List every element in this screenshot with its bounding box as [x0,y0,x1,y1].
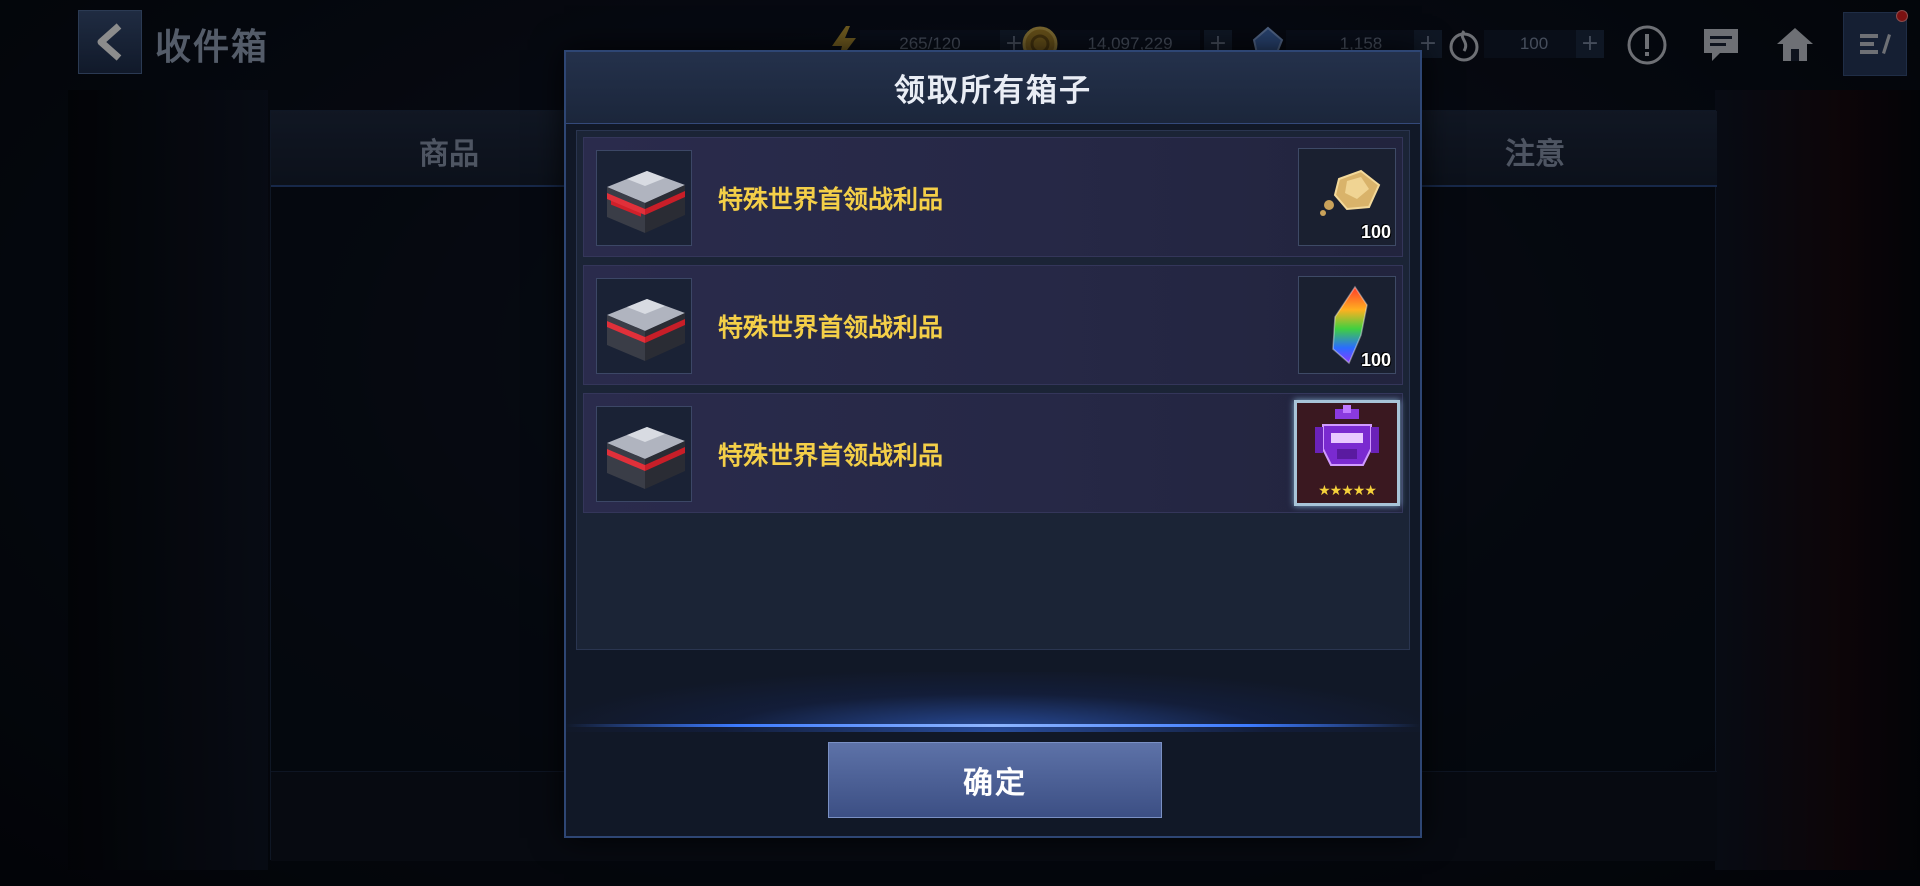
item-label: 特殊世界首领战利品 [718,313,944,342]
item-label: 特殊世界首领战利品 [718,441,944,470]
list-item: 特殊世界首领战利品 ★★★★★ [583,393,1403,513]
reward-quantity: 100 [1360,222,1391,242]
glow-effect [566,672,1420,732]
reward-quantity: 100 [1360,350,1391,370]
star-rating: ★★★★★ [1318,483,1377,499]
list-item: 特殊世界首领战利品 100 [583,137,1403,257]
glow-divider [566,724,1420,727]
loot-box-icon [596,406,692,502]
dialog-title: 领取所有箱子 [566,52,1420,124]
loot-box-icon [596,150,692,246]
item-label: 特殊世界首领战利品 [718,185,944,214]
reward-list: 特殊世界首领战利品 100 特殊世界首领战利品 100 特殊世界首领战利品 ★★… [576,130,1410,650]
reward-slot[interactable]: 100 [1298,276,1396,374]
list-item: 特殊世界首领战利品 100 [583,265,1403,385]
hero-portrait[interactable]: ★★★★★ [1294,400,1400,506]
loot-box-icon [596,278,692,374]
reward-slot[interactable]: 100 [1298,148,1396,246]
claim-all-dialog: 领取所有箱子 特殊世界首领战利品 100 特殊世界首领战利品 100 特殊世界首… [564,50,1422,838]
confirm-button[interactable]: 确定 [828,742,1162,818]
